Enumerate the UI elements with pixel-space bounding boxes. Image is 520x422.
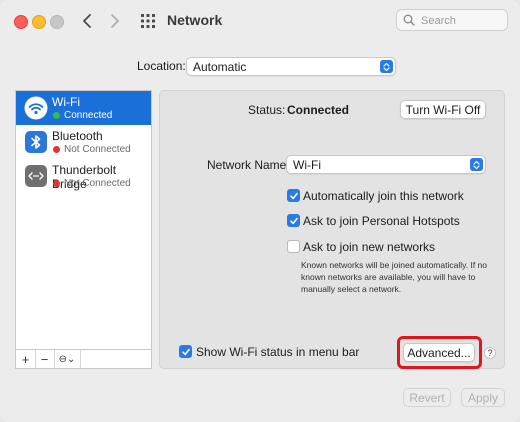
network-name-popup[interactable]: Wi-Fi: [286, 155, 486, 174]
ask-new-networks-label[interactable]: Ask to join new networks: [303, 240, 435, 254]
status-dot: [53, 112, 60, 119]
network-name-label: Network Name:: [207, 158, 290, 172]
service-status: Connected: [64, 110, 113, 121]
chevron-right-icon: [111, 14, 119, 28]
status-label: Status:: [248, 103, 286, 117]
wifi-icon: [24, 96, 48, 120]
turn-wifi-off-button[interactable]: Turn Wi-Fi Off: [400, 100, 486, 119]
service-status: Not Connected: [64, 178, 131, 189]
popup-arrows-icon: [380, 60, 393, 73]
popup-arrows-icon: [470, 158, 483, 171]
advanced-button-highlight: [397, 336, 482, 369]
search-input[interactable]: [419, 12, 507, 30]
status-dot: [53, 146, 60, 153]
checkmark-icon: [290, 217, 298, 225]
search-icon: [403, 14, 415, 26]
grid-icon: [141, 14, 155, 28]
location-label: Location:: [137, 59, 186, 73]
service-list-toolbar: + − ⊖⌄: [15, 350, 152, 369]
known-networks-note: Known networks will be joined automatica…: [301, 260, 487, 294]
apply-button[interactable]: Apply: [461, 388, 505, 407]
auto-join-checkbox[interactable]: [287, 189, 300, 202]
title-bar: Network: [0, 0, 520, 42]
action-menu-button[interactable]: ⊖⌄: [54, 350, 81, 368]
service-status: Not Connected: [64, 144, 131, 155]
bluetooth-icon: [24, 130, 48, 154]
show-all-button[interactable]: [138, 11, 158, 31]
minimize-window-button[interactable]: [32, 15, 46, 29]
search-field[interactable]: [396, 9, 508, 31]
service-name: Bluetooth: [52, 129, 103, 143]
service-name: Wi-Fi: [52, 95, 80, 109]
show-wifi-status-label[interactable]: Show Wi-Fi status in menu bar: [196, 345, 359, 359]
auto-join-label[interactable]: Automatically join this network: [303, 189, 464, 203]
service-list: Wi-Fi Connected Bluetooth Not Connected: [15, 90, 152, 350]
checkmark-icon: [290, 192, 298, 200]
network-preferences-window: Network Location: Automatic Wi-Fi C: [0, 0, 520, 422]
forward-button[interactable]: [104, 10, 126, 32]
ask-new-networks-checkbox[interactable]: [287, 240, 300, 253]
wifi-settings-panel: [159, 90, 505, 369]
status-dot: [53, 180, 60, 187]
checkmark-icon: [182, 348, 190, 356]
zoom-window-button[interactable]: [50, 15, 64, 29]
chevron-left-icon: [83, 14, 91, 28]
remove-service-button[interactable]: −: [35, 350, 55, 368]
back-button[interactable]: [76, 10, 98, 32]
window-title: Network: [167, 12, 223, 28]
show-wifi-status-checkbox[interactable]: [179, 345, 192, 358]
network-name-value: Wi-Fi: [293, 158, 321, 172]
service-item-thunderbolt-bridge[interactable]: Thunderbolt Bridge Not Connected: [16, 159, 151, 193]
thunderbolt-bridge-icon: [24, 164, 48, 188]
location-value: Automatic: [193, 60, 247, 74]
add-service-button[interactable]: +: [16, 350, 36, 368]
location-popup[interactable]: Automatic: [186, 57, 396, 76]
close-window-button[interactable]: [14, 15, 28, 29]
personal-hotspots-checkbox[interactable]: [287, 214, 300, 227]
revert-button[interactable]: Revert: [403, 388, 451, 407]
service-item-bluetooth[interactable]: Bluetooth Not Connected: [16, 125, 151, 159]
service-item-wifi[interactable]: Wi-Fi Connected: [16, 91, 151, 125]
status-value: Connected: [287, 103, 350, 117]
personal-hotspots-label[interactable]: Ask to join Personal Hotspots: [303, 214, 460, 228]
help-button[interactable]: ?: [484, 347, 496, 359]
